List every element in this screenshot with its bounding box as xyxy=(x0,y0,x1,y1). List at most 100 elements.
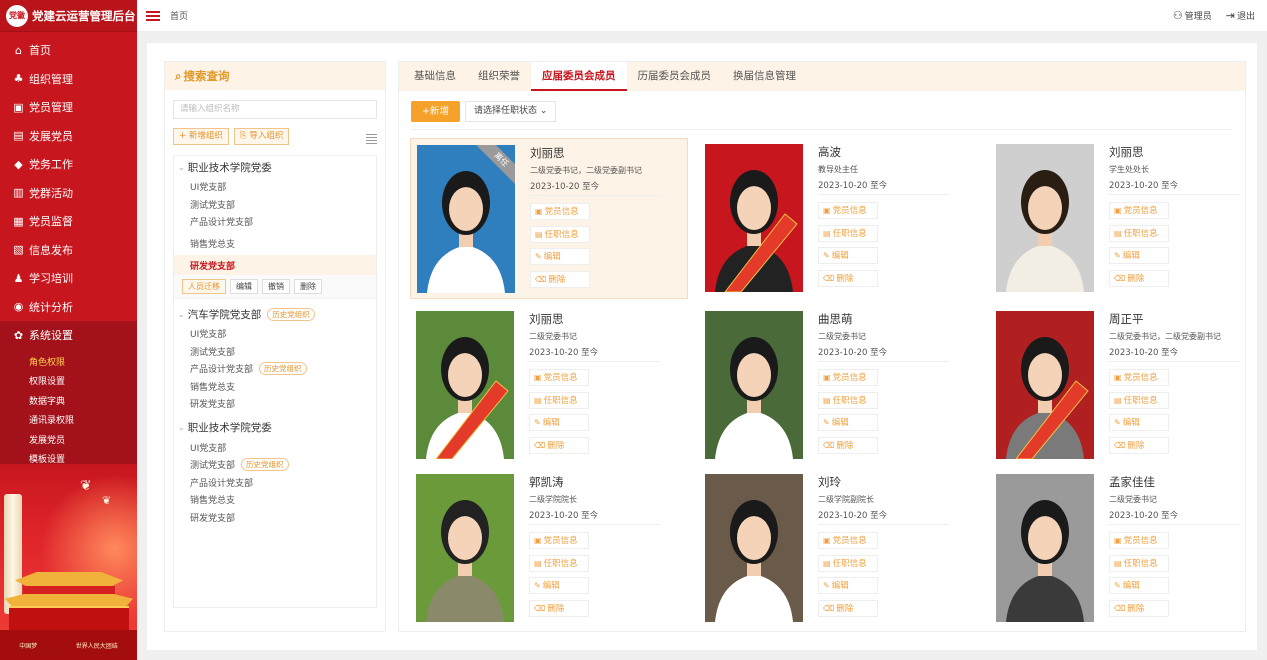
tab-item[interactable]: 换届信息管理 xyxy=(722,62,807,91)
tree-node[interactable]: 研发党支部 xyxy=(174,509,376,527)
sidebar-subitem[interactable]: 发展党员 xyxy=(0,430,137,450)
sidebar-item[interactable]: ♟ 学习培训 xyxy=(0,264,137,293)
sidebar-subitem[interactable]: 角色权限 xyxy=(0,352,137,372)
caret-down-icon[interactable]: ⌄ xyxy=(178,310,185,319)
edit-button[interactable]: ✎ 编辑 xyxy=(1109,247,1169,264)
add-org-button[interactable]: + 新增组织 xyxy=(173,128,229,145)
tree-action-button[interactable]: 撤销 xyxy=(262,279,290,294)
member-card[interactable]: 刘丽思 学生处处长 2023-10-20 至今 ▣ 党员信息 ▤ 任职信息 ✎ 编辑 ⌫ 删除 xyxy=(990,138,1267,299)
tree-node[interactable]: UI党支部 xyxy=(174,325,376,343)
sidebar-item[interactable]: ♣ 组织管理 xyxy=(0,65,137,94)
sidebar-subitem[interactable]: 权限设置 xyxy=(0,371,137,391)
duty-info-button[interactable]: ▤ 任职信息 xyxy=(1109,391,1169,409)
tree-node[interactable]: 销售党总支 xyxy=(174,491,376,509)
tab-item[interactable]: 组织荣誉 xyxy=(467,62,531,91)
edit-button[interactable]: ✎ 编辑 xyxy=(818,247,878,264)
sidebar-item[interactable]: ◉ 统计分析 xyxy=(0,293,137,322)
duty-info-button[interactable]: ▤ 任职信息 xyxy=(818,554,878,572)
sidebar-item[interactable]: ▦ 党员监督 xyxy=(0,207,137,236)
member-card[interactable]: 孟家佳佳 二级党委书记 2023-10-20 至今 ▣ 党员信息 ▤ 任职信息 ✎ 编辑 ⌫ 删除 xyxy=(990,468,1267,629)
edit-button[interactable]: ✎ 编辑 xyxy=(529,577,589,594)
delete-button[interactable]: ⌫ 删除 xyxy=(1109,269,1169,287)
sidebar-subitem[interactable]: 数据字典 xyxy=(0,391,137,411)
duty-info-button[interactable]: ▤ 任职信息 xyxy=(818,391,878,409)
tree-group[interactable]: ⌄ 职业技术学院党委 xyxy=(174,417,376,439)
tree-node[interactable]: 产品设计党支部 历史党组织 xyxy=(174,360,376,378)
member-card[interactable]: 刘丽思 二级党委书记 2023-10-20 至今 ▣ 党员信息 ▤ 任职信息 ✎ 编辑 ⌫ 删除 xyxy=(410,305,688,466)
tree-action-button[interactable]: 删除 xyxy=(294,279,322,294)
delete-button[interactable]: ⌫ 删除 xyxy=(818,599,878,617)
status-select[interactable]: 请选择任职状态 ⌄ xyxy=(465,101,557,122)
tree-node[interactable]: UI党支部 xyxy=(174,439,376,457)
sidebar-item[interactable]: ▤ 发展党员 xyxy=(0,122,137,151)
tree-node[interactable]: 产品设计党支部 xyxy=(174,213,376,231)
tree-node-selected[interactable]: 研发党支部 xyxy=(174,255,376,275)
duty-info-button[interactable]: ▤ 任职信息 xyxy=(529,554,589,572)
member-card[interactable]: 曲思萌 二级党委书记 2023-10-20 至今 ▣ 党员信息 ▤ 任职信息 ✎ 编辑 ⌫ 删除 xyxy=(699,305,977,466)
org-search-input[interactable]: 请输入组织名称 xyxy=(173,100,377,119)
sidebar-item[interactable]: ▣ 党员管理 xyxy=(0,93,137,122)
sidebar-item[interactable]: ◆ 党务工作 xyxy=(0,150,137,179)
edit-button[interactable]: ✎ 编辑 xyxy=(530,248,590,265)
member-info-button[interactable]: ▣ 党员信息 xyxy=(530,203,590,220)
delete-button[interactable]: ⌫ 删除 xyxy=(529,599,589,617)
menu-toggle-icon[interactable] xyxy=(146,10,160,21)
member-card[interactable]: 刘玲 二级学院副院长 2023-10-20 至今 ▣ 党员信息 ▤ 任职信息 ✎ 编辑 ⌫ 删除 xyxy=(699,468,977,629)
import-org-button[interactable]: ⎘ 导入组织 xyxy=(233,128,290,145)
member-card[interactable]: 周正平 二级党委书记，二级党委副书记 2023-10-20 至今 ▣ 党员信息 ▤ 任职信息… xyxy=(990,305,1267,466)
member-info-button[interactable]: ▣ 党员信息 xyxy=(1109,369,1169,386)
member-info-button[interactable]: ▣ 党员信息 xyxy=(529,532,589,549)
brand[interactable]: 党徽 党建云运营管理后台 xyxy=(0,0,137,32)
member-info-button[interactable]: ▣ 党员信息 xyxy=(529,369,589,386)
tree-node[interactable]: 测试党支部 历史党组织 xyxy=(174,456,376,474)
delete-button[interactable]: ⌫ 删除 xyxy=(529,436,589,454)
tree-node[interactable]: 销售党总支 xyxy=(174,235,376,253)
edit-button[interactable]: ✎ 编辑 xyxy=(818,414,878,431)
caret-down-icon[interactable]: ⌄ xyxy=(178,423,185,432)
delete-button[interactable]: ⌫ 删除 xyxy=(1109,599,1169,617)
duty-info-button[interactable]: ▤ 任职信息 xyxy=(818,224,878,242)
duty-info-button[interactable]: ▤ 任职信息 xyxy=(1109,224,1169,242)
edit-button[interactable]: ✎ 编辑 xyxy=(1109,577,1169,594)
tree-action-button[interactable]: 人员迁移 xyxy=(182,279,226,294)
tree-node[interactable]: 销售党总支 xyxy=(174,378,376,396)
sidebar-item[interactable]: ▥ 党群活动 xyxy=(0,179,137,208)
add-member-button[interactable]: +新增 xyxy=(411,101,460,122)
member-info-button[interactable]: ▣ 党员信息 xyxy=(818,202,878,219)
duty-info-button[interactable]: ▤ 任职信息 xyxy=(1109,554,1169,572)
member-card[interactable]: 高波 教导处主任 2023-10-20 至今 ▣ 党员信息 ▤ 任职信息 ✎ 编辑 ⌫ 删除 xyxy=(699,138,977,299)
edit-button[interactable]: ✎ 编辑 xyxy=(818,577,878,594)
member-info-button[interactable]: ▣ 党员信息 xyxy=(1109,202,1169,219)
tree-group[interactable]: ⌄ 职业技术学院党委 xyxy=(174,156,376,178)
sidebar-item[interactable]: ✿ 系统设置 xyxy=(0,321,137,350)
list-toggle-icon[interactable] xyxy=(366,133,377,144)
edit-button[interactable]: ✎ 编辑 xyxy=(529,414,589,431)
tree-group[interactable]: ⌄ 汽车学院党支部 历史党组织 xyxy=(174,303,376,325)
tab-item[interactable]: 基础信息 xyxy=(403,62,467,91)
delete-button[interactable]: ⌫ 删除 xyxy=(818,269,878,287)
sidebar-subitem[interactable]: 通讯录权限 xyxy=(0,410,137,430)
tree-node[interactable]: 产品设计党支部 xyxy=(174,474,376,492)
admin-link[interactable]: ⚇ 管理员 xyxy=(1173,9,1212,22)
tab-item[interactable]: 应届委员会成员 xyxy=(531,62,627,91)
member-card[interactable]: 郭凯涛 二级学院院长 2023-10-20 至今 ▣ 党员信息 ▤ 任职信息 ✎ 编辑 ⌫ 删除 xyxy=(410,468,688,629)
member-info-button[interactable]: ▣ 党员信息 xyxy=(1109,532,1169,549)
tree-node[interactable]: 测试党支部 xyxy=(174,343,376,361)
sidebar-item[interactable]: ⌂ 首页 xyxy=(0,36,137,65)
member-info-button[interactable]: ▣ 党员信息 xyxy=(818,532,878,549)
edit-button[interactable]: ✎ 编辑 xyxy=(1109,414,1169,431)
tree-node[interactable]: UI党支部 xyxy=(174,178,376,196)
tree-node[interactable]: 研发党支部 xyxy=(174,395,376,413)
duty-info-button[interactable]: ▤ 任职信息 xyxy=(529,391,589,409)
member-info-button[interactable]: ▣ 党员信息 xyxy=(818,369,878,386)
logout-link[interactable]: ⇥ 退出 xyxy=(1226,9,1255,22)
delete-button[interactable]: ⌫ 删除 xyxy=(1109,436,1169,454)
tree-node[interactable]: 测试党支部 xyxy=(174,196,376,214)
sidebar-item[interactable]: ▧ 信息发布 xyxy=(0,236,137,265)
caret-down-icon[interactable]: ⌄ xyxy=(178,163,185,172)
breadcrumb[interactable]: 首页 xyxy=(170,9,188,22)
delete-button[interactable]: ⌫ 删除 xyxy=(530,270,590,288)
delete-button[interactable]: ⌫ 删除 xyxy=(818,436,878,454)
duty-info-button[interactable]: ▤ 任职信息 xyxy=(530,225,590,243)
tree-action-button[interactable]: 编辑 xyxy=(230,279,258,294)
